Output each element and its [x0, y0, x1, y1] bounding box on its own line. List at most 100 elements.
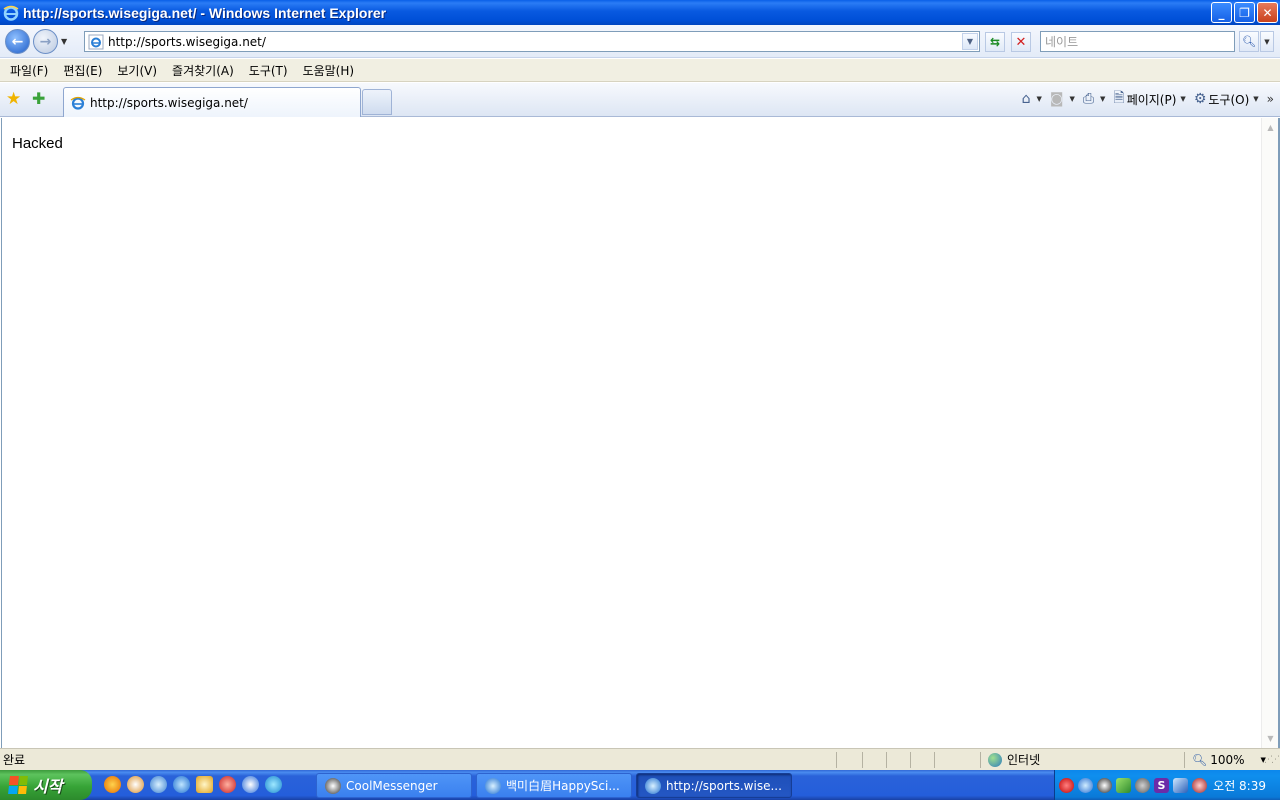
- search-options-button[interactable]: ▼: [1260, 31, 1274, 52]
- quick-launch-app-icon[interactable]: [127, 776, 144, 793]
- status-divider: [910, 752, 911, 768]
- menu-help[interactable]: 도움말(H): [297, 62, 361, 79]
- star-icon: ★: [6, 89, 22, 109]
- volume-icon[interactable]: [1192, 777, 1207, 793]
- quick-launch-app-icon[interactable]: [196, 776, 213, 793]
- tray-app-icon[interactable]: [1116, 777, 1131, 793]
- scroll-up-icon[interactable]: ▲: [1264, 121, 1277, 134]
- zoom-icon: 🔍︎: [1192, 752, 1208, 767]
- status-divider: [836, 752, 837, 768]
- address-dropdown-button[interactable]: ▼: [962, 33, 978, 50]
- taskbar: 시작 CoolMessenger 백미白眉HappySci... http://…: [0, 770, 1280, 800]
- chevron-right-double-icon: »: [1266, 92, 1274, 106]
- back-arrow-icon: ←: [11, 33, 24, 50]
- gear-icon: ⚙: [1193, 91, 1207, 107]
- search-input[interactable]: 네이트: [1040, 31, 1235, 52]
- stop-button[interactable]: ✕: [1011, 32, 1031, 52]
- globe-icon: [988, 752, 1002, 767]
- taskbar-button-sports[interactable]: http://sports.wise...: [636, 773, 792, 798]
- windows-logo-icon: [8, 776, 28, 794]
- security-zone[interactable]: 인터넷: [988, 751, 1040, 768]
- menu-view[interactable]: 보기(V): [111, 62, 163, 79]
- messenger-icon: [325, 777, 341, 794]
- forward-button[interactable]: →: [33, 29, 58, 54]
- ie-icon: [645, 777, 661, 794]
- page-menu-label: 페이지(P): [1126, 92, 1177, 107]
- chevron-down-icon: ▼: [1264, 37, 1270, 46]
- firefox-icon[interactable]: [104, 776, 121, 793]
- taskbar-button-happysci[interactable]: 백미白眉HappySci...: [476, 773, 632, 798]
- restore-icon: ❐: [1239, 5, 1250, 20]
- page-icon: 🗎: [1113, 90, 1125, 106]
- taskbar-button-label: 백미白眉HappySci...: [506, 779, 620, 793]
- clock[interactable]: 오전 8:39: [1213, 777, 1266, 794]
- minimize-button[interactable]: _: [1211, 2, 1232, 23]
- zoom-level: 100%: [1210, 752, 1245, 767]
- tray-app-icon[interactable]: [1173, 777, 1188, 793]
- tray-app-icon[interactable]: S: [1154, 777, 1169, 793]
- taskbar-button-label: http://sports.wise...: [666, 778, 782, 793]
- address-field[interactable]: http://sports.wisegiga.net/ ▼: [84, 31, 980, 52]
- print-button[interactable]: ⎙ ▼: [1083, 91, 1106, 107]
- chevron-down-icon: ▼: [966, 37, 974, 46]
- ie-logo-icon: [3, 5, 19, 21]
- tab-row: ★ ✚ http://sports.wisegiga.net/ ⌂ ▼ ◙ ▼ ⎙ ▼…: [0, 83, 1280, 117]
- tools-menu-button[interactable]: ⚙ 도구(O) ▼: [1194, 91, 1259, 108]
- chevron-down-icon: ▼: [1036, 95, 1042, 103]
- new-tab-button[interactable]: [362, 89, 392, 115]
- zone-label: 인터넷: [1007, 753, 1041, 767]
- chevron-down-icon: ▼: [1180, 95, 1186, 103]
- home-button[interactable]: ⌂ ▼: [1022, 91, 1042, 107]
- taskbar-button-label: CoolMessenger: [346, 778, 438, 793]
- scroll-down-icon[interactable]: ▼: [1264, 732, 1277, 745]
- back-button[interactable]: ←: [5, 29, 30, 54]
- tray-app-icon[interactable]: [1135, 777, 1150, 793]
- tab-active[interactable]: http://sports.wisegiga.net/: [63, 87, 361, 117]
- recent-pages-dropdown[interactable]: ▼: [61, 37, 67, 46]
- menu-favorites[interactable]: 즐겨찾기(A): [166, 62, 240, 79]
- ie-quick-launch-icon[interactable]: [173, 776, 190, 793]
- start-button[interactable]: 시작: [0, 770, 92, 800]
- forward-arrow-icon: →: [39, 33, 52, 50]
- status-divider: [980, 752, 981, 768]
- taskbar-button-coolmessenger[interactable]: CoolMessenger: [316, 773, 472, 798]
- home-icon: ⌂: [1021, 91, 1031, 107]
- more-commands-button[interactable]: »: [1267, 92, 1274, 106]
- menu-edit[interactable]: 편집(E): [57, 62, 108, 79]
- menu-tools[interactable]: 도구(T): [243, 62, 294, 79]
- tab-ie-icon: [70, 96, 86, 110]
- printer-icon: ⎙: [1082, 91, 1095, 107]
- resize-grip-icon[interactable]: ⋰⋰: [1264, 755, 1280, 765]
- rss-icon: ◙: [1049, 91, 1064, 107]
- quick-launch-app-icon[interactable]: [219, 776, 236, 793]
- feeds-button[interactable]: ◙ ▼: [1050, 91, 1075, 107]
- status-bar: 완료 인터넷 🔍︎ 100% ▼ ⋰⋰: [0, 748, 1280, 770]
- page-ie-icon: [88, 34, 104, 49]
- quick-launch-app-icon[interactable]: [265, 776, 282, 793]
- add-star-icon: ✚: [32, 89, 46, 108]
- add-favorite-button[interactable]: ✚: [32, 89, 45, 108]
- zoom-control[interactable]: 🔍︎ 100% ▼: [1192, 753, 1266, 767]
- page-menu-button[interactable]: 🗎 페이지(P) ▼: [1113, 87, 1185, 111]
- window-title: http://sports.wisegiga.net/ - Windows In…: [23, 4, 387, 21]
- vertical-scrollbar[interactable]: ▲ ▼: [1261, 118, 1278, 748]
- tray-app-icon[interactable]: [1078, 777, 1093, 793]
- close-button[interactable]: ✕: [1257, 2, 1278, 23]
- search-button[interactable]: 🔍︎: [1239, 31, 1259, 52]
- refresh-button[interactable]: ⇆: [985, 32, 1005, 52]
- command-bar: ⌂ ▼ ◙ ▼ ⎙ ▼ 🗎 페이지(P) ▼ ⚙ 도구(O) ▼ »: [1014, 89, 1274, 109]
- quick-launch-app-icon[interactable]: [150, 776, 167, 793]
- favorites-center-button[interactable]: ★: [6, 89, 21, 109]
- menu-file[interactable]: 파일(F): [4, 62, 54, 79]
- title-bar[interactable]: http://sports.wisegiga.net/ - Windows In…: [0, 0, 1280, 25]
- status-divider: [886, 752, 887, 768]
- start-label: 시작: [33, 777, 63, 796]
- restore-button[interactable]: ❐: [1234, 2, 1255, 23]
- ie-icon: [485, 777, 501, 794]
- tray-app-icon[interactable]: [1059, 777, 1074, 793]
- system-tray: S 오전 8:39: [1054, 770, 1280, 800]
- tab-label: http://sports.wisegiga.net/: [90, 95, 248, 110]
- media-player-icon[interactable]: [242, 776, 259, 793]
- messenger-tray-icon[interactable]: [1097, 777, 1112, 793]
- search-icon: 🔍︎: [1242, 35, 1256, 48]
